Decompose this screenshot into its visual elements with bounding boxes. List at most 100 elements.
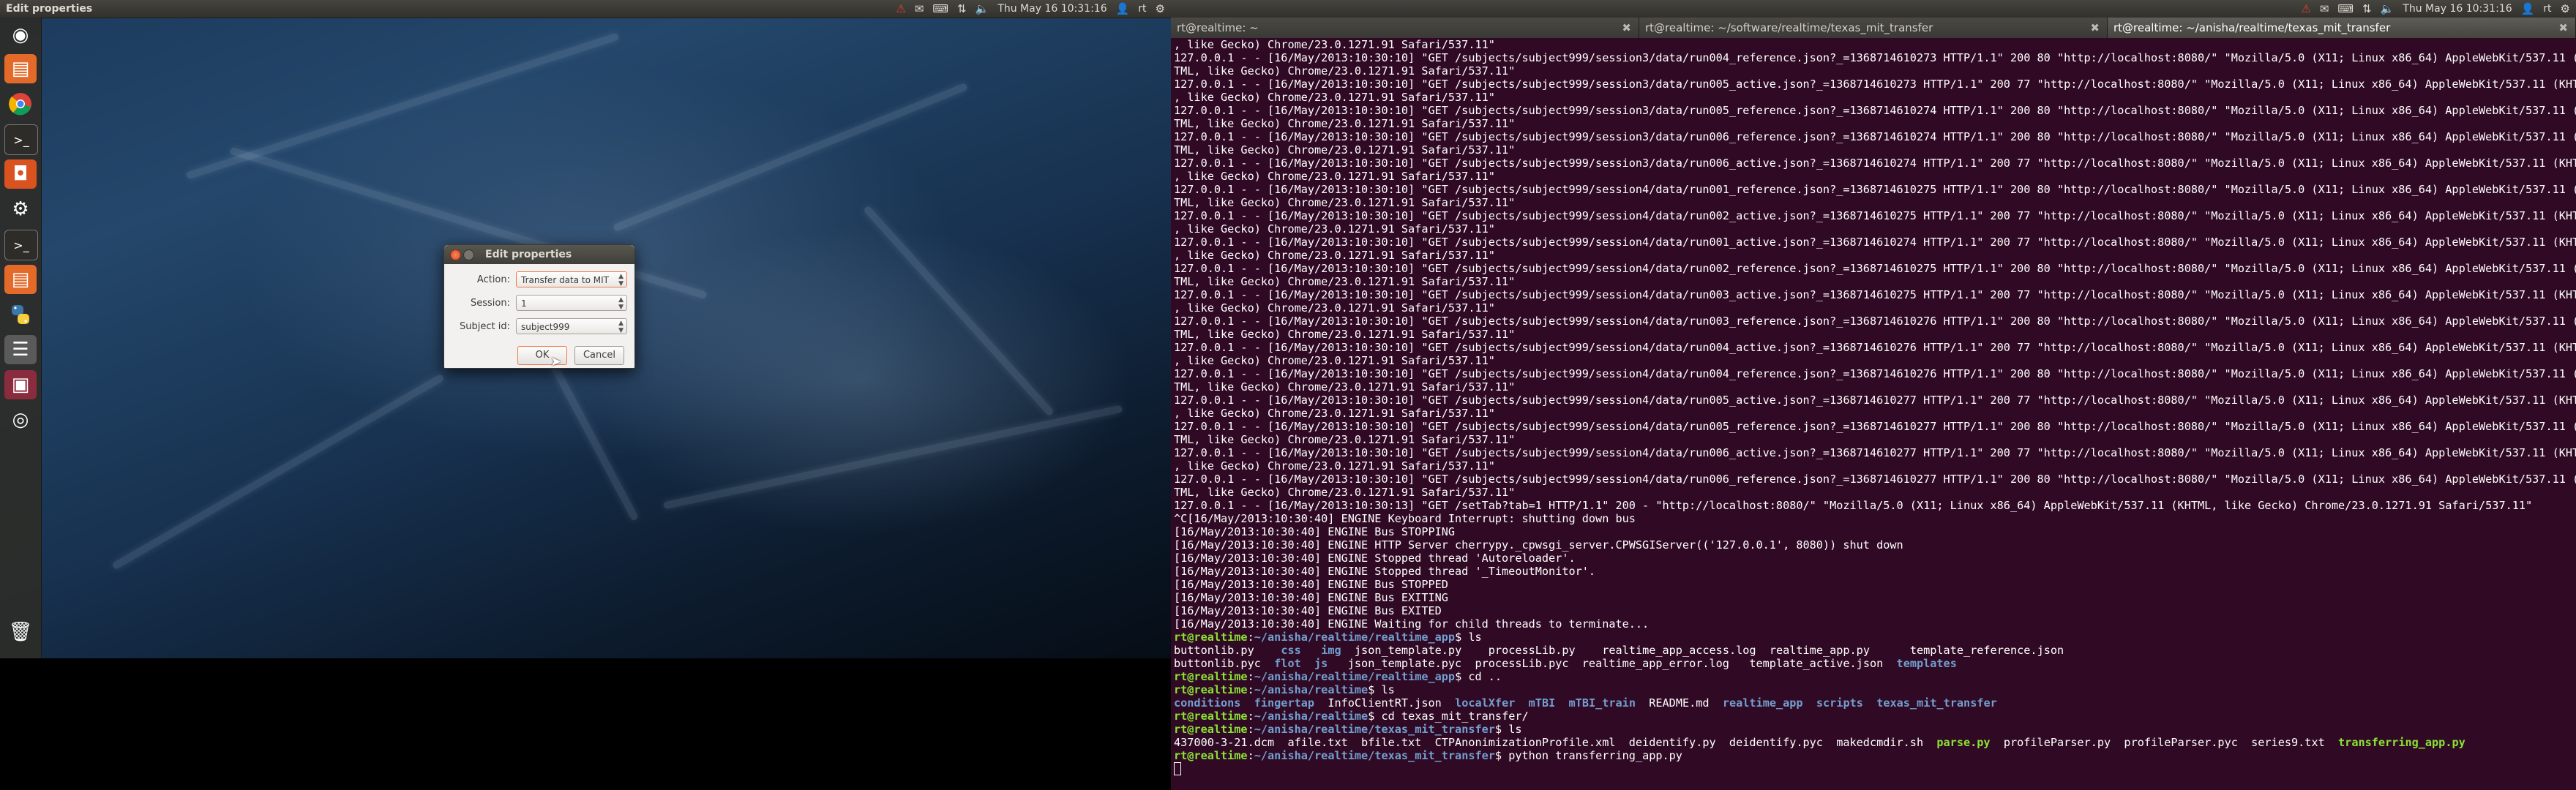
dvd-icon[interactable]: ◎: [4, 405, 37, 434]
spin-arrows-icon: ▲ ▼: [618, 320, 624, 334]
prompt-user: rt@realtime: [1174, 670, 1248, 683]
prompt-sep: :: [1247, 670, 1254, 683]
software-center-icon[interactable]: ◘: [4, 159, 37, 189]
network-icon[interactable]: ⇅: [2362, 0, 2372, 18]
power-icon[interactable]: ⚙: [1156, 0, 1165, 18]
terminal-line: TML, like Gecko) Chrome/23.0.1271.91 Saf…: [1174, 275, 1516, 288]
dash-home-icon[interactable]: ◉: [4, 20, 37, 50]
directory-name: templates: [1896, 657, 1957, 670]
directory-name: texas_mit_transfer: [1876, 696, 1997, 710]
files-icon-2[interactable]: ▤: [4, 265, 37, 294]
clock[interactable]: Thu May 16 10:31:16: [997, 0, 1107, 18]
prompt-user: rt@realtime: [1174, 631, 1248, 644]
terminal-line: TML, like Gecko) Chrome/23.0.1271.91 Saf…: [1174, 328, 1516, 341]
prompt-user: rt@realtime: [1174, 723, 1248, 736]
prompt-user: rt@realtime: [1174, 710, 1248, 723]
prompt-line: rt@realtime:~/anisha/realtime/texas_mit_…: [1174, 749, 2576, 762]
tab-software-transfer[interactable]: rt@realtime: ~/software/realtime/texas_m…: [1639, 18, 2108, 38]
directory-name: flot: [1274, 657, 1301, 670]
terminal-line: 127.0.0.1 - - [16/May/2013:10:30:10] "GE…: [1174, 236, 2576, 249]
terminal-line: 127.0.0.1 - - [16/May/2013:10:30:10] "GE…: [1174, 315, 2576, 328]
power-icon[interactable]: ⚙: [2561, 0, 2570, 18]
directory-name: realtime_app: [1722, 696, 1803, 710]
tab-home[interactable]: rt@realtime: ~ ✖: [1171, 18, 1639, 38]
text-editor-icon[interactable]: ☰: [4, 335, 37, 364]
keyboard-icon[interactable]: ⌨: [932, 0, 948, 18]
files-icon[interactable]: ▤: [4, 54, 37, 83]
terminal-line: , like Gecko) Chrome/23.0.1271.91 Safari…: [1174, 38, 1495, 51]
python-icon[interactable]: [4, 300, 37, 329]
file-name: [1301, 644, 1321, 657]
user-icon[interactable]: 👤: [2521, 0, 2535, 18]
keyboard-icon[interactable]: ⌨: [2337, 0, 2354, 18]
close-icon[interactable]: ✖: [2090, 18, 2100, 38]
terminal-icon[interactable]: >_: [4, 124, 38, 155]
warning-icon[interactable]: ⚠: [2301, 0, 2310, 18]
terminal-output[interactable]: , like Gecko) Chrome/23.0.1271.91 Safari…: [1171, 38, 2576, 790]
terminal-line: [16/May/2013:10:30:40] ENGINE Waiting fo…: [1174, 617, 1650, 631]
action-select[interactable]: Transfer data to MIT ▲ ▼: [516, 271, 627, 287]
file-name: README.md: [1635, 696, 1723, 710]
close-icon[interactable]: ✖: [2558, 18, 2568, 38]
clock[interactable]: Thu May 16 10:31:16: [2403, 0, 2512, 18]
chrome-icon[interactable]: [4, 89, 37, 118]
file-name: [1555, 696, 1568, 710]
terminal-tabbar: rt@realtime: ~ ✖ rt@realtime: ~/software…: [1171, 18, 2576, 38]
user-icon[interactable]: 👤: [1116, 0, 1130, 18]
directory-name: img: [1321, 644, 1341, 657]
mail-icon[interactable]: ✉: [2320, 0, 2329, 18]
terminal-line: 127.0.0.1 - - [16/May/2013:10:30:10] "GE…: [1174, 209, 2576, 222]
action-label: Action:: [476, 274, 510, 285]
prompt-line: rt@realtime:~/anisha/realtime/realtime_a…: [1174, 670, 2576, 683]
volume-icon[interactable]: 🔈: [2381, 0, 2395, 18]
terminal-line: , like Gecko) Chrome/23.0.1271.91 Safari…: [1174, 91, 1495, 104]
prompt-line: rt@realtime:~/anisha/realtime/realtime_a…: [1174, 631, 2576, 644]
tab-label: rt@realtime: ~: [1177, 21, 1259, 34]
terminal-line: TML, like Gecko) Chrome/23.0.1271.91 Saf…: [1174, 486, 1516, 499]
prompt-path: ~/anisha/realtime/texas_mit_transfer: [1254, 723, 1495, 736]
session-select[interactable]: 1 ▲ ▼: [516, 295, 627, 311]
close-icon[interactable]: [450, 249, 461, 260]
image-viewer-icon[interactable]: ▣: [4, 370, 37, 399]
listing-line: buttonlib.py css img json_template.py pr…: [1174, 644, 2576, 657]
action-row: Action: Transfer data to MIT ▲ ▼: [452, 270, 627, 289]
trash-icon[interactable]: 🗑: [4, 617, 37, 647]
prompt-user: rt@realtime: [1174, 683, 1248, 696]
edit-properties-dialog: Edit properties Action: Transfer data to…: [443, 244, 635, 369]
user-name[interactable]: rt: [1138, 0, 1146, 18]
terminal-line: 127.0.0.1 - - [16/May/2013:10:30:10] "GE…: [1174, 420, 2576, 433]
subject-row: Subject id: subject999 ▲ ▼: [452, 317, 627, 336]
dialog-titlebar[interactable]: Edit properties: [444, 245, 634, 264]
terminal-line: [16/May/2013:10:30:40] ENGINE Bus EXITIN…: [1174, 591, 1448, 604]
terminal-line: TML, like Gecko) Chrome/23.0.1271.91 Saf…: [1174, 117, 1516, 130]
cancel-button[interactable]: Cancel: [574, 346, 624, 365]
user-name[interactable]: rt: [2543, 0, 2551, 18]
network-icon[interactable]: ⇅: [957, 0, 967, 18]
terminal-line: TML, like Gecko) Chrome/23.0.1271.91 Saf…: [1174, 143, 1516, 157]
system-tray-right: ⚠ ✉ ⌨ ⇅ 🔈 Thu May 16 10:31:16 👤 rt ⚙: [2301, 0, 2570, 18]
terminal-line: , like Gecko) Chrome/23.0.1271.91 Safari…: [1174, 354, 1495, 367]
mail-icon[interactable]: ✉: [915, 0, 924, 18]
tab-anisha-transfer[interactable]: rt@realtime: ~/anisha/realtime/texas_mit…: [2108, 18, 2576, 38]
terminal-line: 127.0.0.1 - - [16/May/2013:10:30:10] "GE…: [1174, 104, 2576, 117]
volume-icon[interactable]: 🔈: [976, 0, 989, 18]
terminal-icon-2[interactable]: >_: [4, 230, 38, 260]
close-icon[interactable]: ✖: [1622, 18, 1631, 38]
subject-select[interactable]: subject999 ▲ ▼: [516, 318, 627, 334]
directory-name: mTBI_train: [1568, 696, 1636, 710]
warning-icon[interactable]: ⚠: [896, 0, 905, 18]
directory-name: localXfer: [1455, 696, 1516, 710]
file-name: [1515, 696, 1528, 710]
system-tray: ⚠ ✉ ⌨ ⇅ 🔈 Thu May 16 10:31:16 👤 rt ⚙: [896, 0, 1165, 18]
file-name: profileParser.py profileParser.pyc serie…: [1990, 736, 2339, 749]
prompt-sep: :: [1247, 723, 1254, 736]
executable-name: parse.py: [1936, 736, 1991, 749]
terminal-line: 127.0.0.1 - - [16/May/2013:10:30:10] "GE…: [1174, 394, 2576, 407]
tab-label: rt@realtime: ~/anisha/realtime/texas_mit…: [2113, 21, 2391, 34]
minimize-icon[interactable]: [463, 249, 474, 260]
prompt-cmd: $ python transferring_app.py: [1494, 749, 1682, 762]
terminal-line: 127.0.0.1 - - [16/May/2013:10:30:10] "GE…: [1174, 157, 2576, 170]
settings-icon[interactable]: ⚙: [4, 195, 37, 224]
left-monitor: Edit properties ⚠ ✉ ⌨ ⇅ 🔈 Thu May 16 10:…: [0, 0, 1171, 658]
prompt-path: ~/anisha/realtime/texas_mit_transfer: [1254, 749, 1495, 762]
